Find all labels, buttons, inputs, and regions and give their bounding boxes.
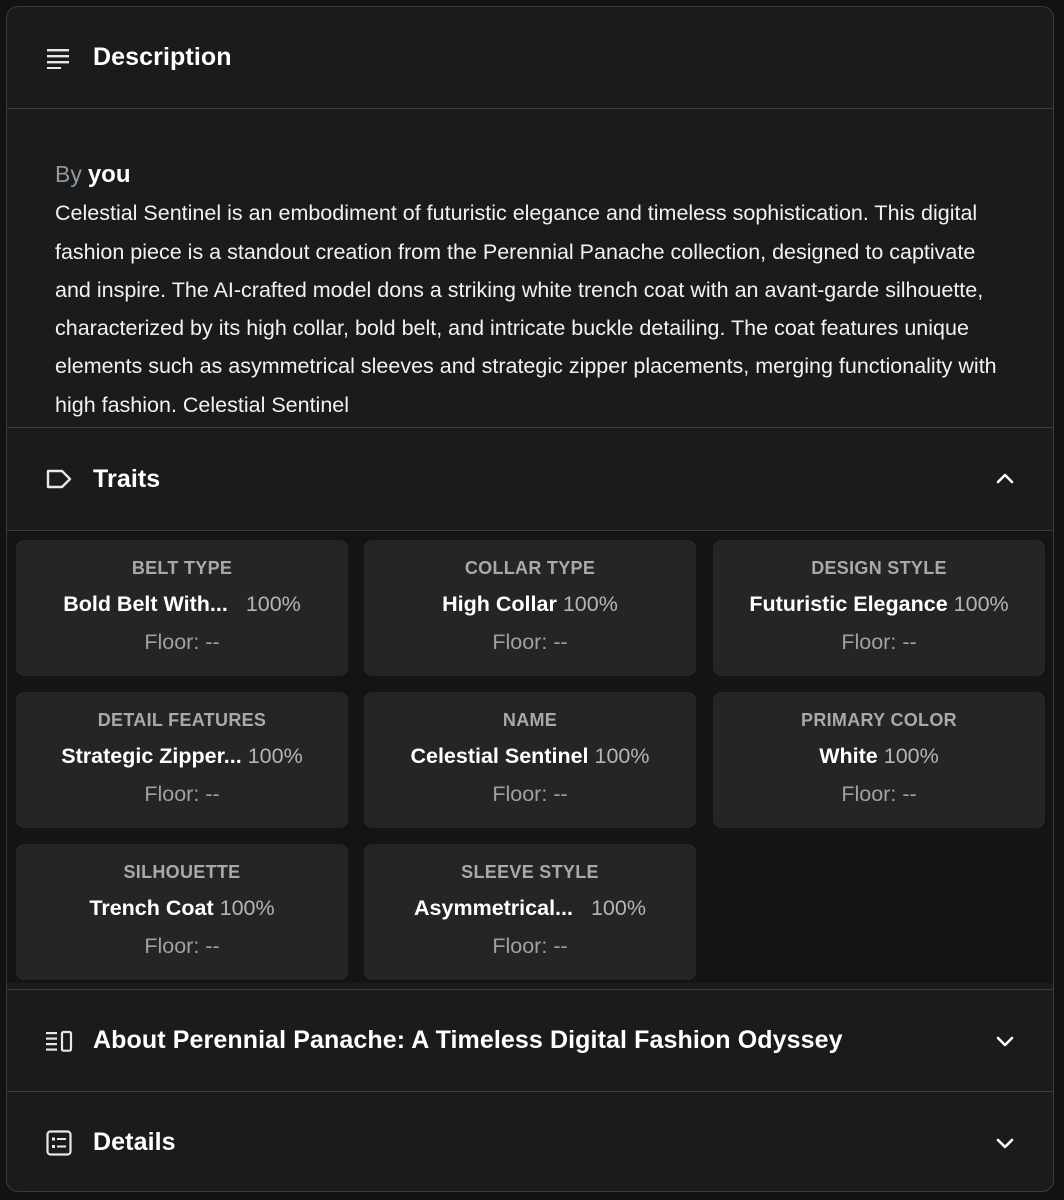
trait-floor: Floor: -- [364, 630, 696, 655]
floor-label: Floor: [144, 934, 200, 958]
floor-value: -- [205, 782, 220, 806]
trait-value: Celestial Sentinel [410, 744, 589, 768]
trait-card[interactable]: PRIMARY COLOR White 100% Floor: -- [713, 692, 1045, 828]
trait-card[interactable]: NAME Celestial Sentinel 100% Floor: -- [364, 692, 696, 828]
trait-value: Futuristic Elegance [749, 592, 948, 616]
floor-value: -- [553, 630, 568, 654]
about-collection-section-header[interactable]: About Perennial Panache: A Timeless Digi… [7, 990, 1053, 1091]
trait-value: Asymmetrical... [414, 896, 573, 920]
floor-label: Floor: [144, 630, 200, 654]
floor-label: Floor: [492, 782, 548, 806]
trait-card[interactable]: SLEEVE STYLE Asymmetrical... 100% Floor: … [364, 844, 696, 980]
floor-value: -- [902, 782, 917, 806]
chevron-down-icon[interactable] [993, 1131, 1017, 1155]
trait-card[interactable]: SILHOUETTE Trench Coat 100% Floor: -- [16, 844, 348, 980]
traits-section-header[interactable]: Traits [7, 428, 1053, 530]
floor-value: -- [553, 782, 568, 806]
trait-percent: 100% [590, 896, 646, 920]
floor-label: Floor: [841, 630, 897, 654]
trait-percent: 100% [562, 592, 618, 616]
floor-label: Floor: [492, 934, 548, 958]
divider [7, 108, 1053, 109]
description-section-header[interactable]: Description [7, 7, 1053, 108]
by-label: By [55, 161, 82, 187]
trait-percent: 100% [245, 592, 301, 616]
trait-type: SLEEVE STYLE [461, 862, 599, 882]
trait-value: Bold Belt With... [63, 592, 228, 616]
description-byline: By you [55, 155, 1015, 194]
floor-value: -- [553, 934, 568, 958]
trait-type: BELT TYPE [131, 558, 233, 578]
trait-value: High Collar [442, 592, 557, 616]
tag-icon [45, 465, 73, 493]
trait-percent: 100% [247, 744, 303, 768]
floor-label: Floor: [492, 630, 548, 654]
floor-value: -- [902, 630, 917, 654]
traits-title: Traits [93, 464, 161, 493]
about-collection-title: About Perennial Panache: A Timeless Digi… [93, 1026, 843, 1054]
text-lines-icon [45, 44, 73, 72]
trait-card[interactable]: BELT TYPE Bold Belt With... 100% Floor: -… [16, 540, 348, 676]
trait-floor: Floor: -- [364, 934, 696, 959]
description-text: Celestial Sentinel is an embodiment of f… [55, 201, 997, 417]
floor-value: -- [205, 934, 220, 958]
trait-card[interactable]: DETAIL FEATURES Strategic Zipper... 100% … [16, 692, 348, 828]
floor-value: -- [205, 630, 220, 654]
floor-label: Floor: [841, 782, 897, 806]
trait-value: White [819, 744, 878, 768]
trait-type: COLLAR TYPE [464, 558, 596, 578]
details-title: Details [93, 1128, 176, 1156]
description-title: Description [93, 43, 232, 71]
trait-value: Strategic Zipper... [61, 744, 242, 768]
trait-type: NAME [502, 710, 558, 730]
trait-card[interactable]: COLLAR TYPE High Collar 100% Floor: -- [364, 540, 696, 676]
trait-floor: Floor: -- [364, 782, 696, 807]
chevron-up-icon[interactable] [993, 467, 1017, 491]
trait-floor: Floor: -- [713, 630, 1045, 655]
chevron-down-icon[interactable] [993, 1029, 1017, 1053]
item-info-panel: Description By you Celestial Sentinel is… [6, 6, 1054, 1192]
list-column-icon [45, 1027, 73, 1055]
trait-percent: 100% [883, 744, 939, 768]
trait-floor: Floor: -- [16, 630, 348, 655]
traits-grid: BELT TYPE Bold Belt With... 100% Floor: -… [7, 531, 1053, 983]
trait-percent: 100% [219, 896, 275, 920]
trait-type: PRIMARY COLOR [801, 710, 957, 730]
trait-type: SILHOUETTE [123, 862, 241, 882]
trait-type: DESIGN STYLE [811, 558, 947, 578]
list-box-icon [45, 1129, 73, 1157]
description-body: By you Celestial Sentinel is an embodime… [55, 155, 1015, 427]
trait-type: DETAIL FEATURES [97, 710, 267, 730]
floor-label: Floor: [144, 782, 200, 806]
trait-floor: Floor: -- [16, 934, 348, 959]
trait-percent: 100% [953, 592, 1009, 616]
trait-floor: Floor: -- [713, 782, 1045, 807]
trait-percent: 100% [594, 744, 650, 768]
author-link[interactable]: you [88, 161, 131, 188]
trait-card[interactable]: DESIGN STYLE Futuristic Elegance 100% Flo… [713, 540, 1045, 676]
trait-floor: Floor: -- [16, 782, 348, 807]
trait-value: Trench Coat [89, 896, 214, 920]
details-section-header[interactable]: Details [7, 1092, 1053, 1191]
